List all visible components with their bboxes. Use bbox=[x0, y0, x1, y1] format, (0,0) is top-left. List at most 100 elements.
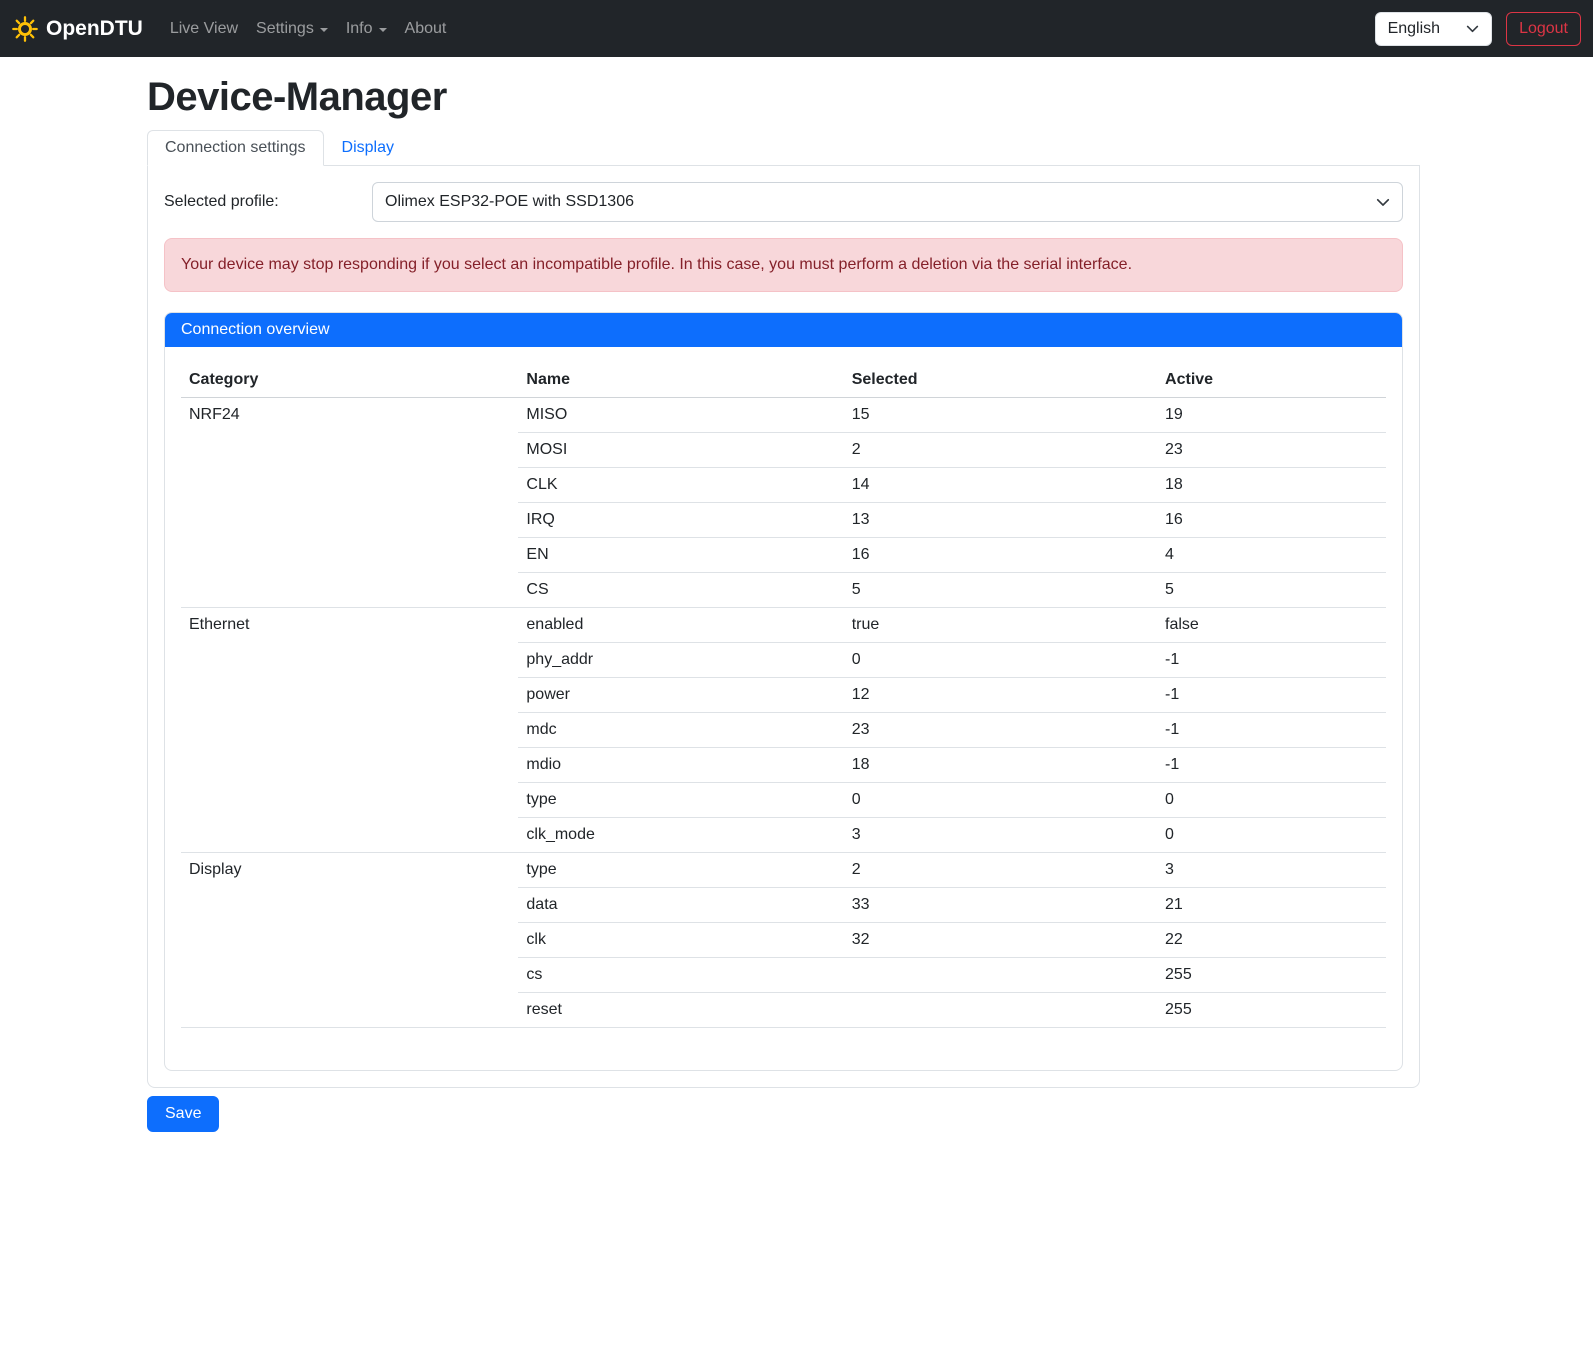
selected-cell: 0 bbox=[844, 783, 1157, 818]
active-cell: 0 bbox=[1157, 783, 1386, 818]
active-cell: 18 bbox=[1157, 468, 1386, 503]
selected-cell: 14 bbox=[844, 468, 1157, 503]
category-cell: Ethernet bbox=[181, 608, 518, 853]
selected-cell bbox=[844, 993, 1157, 1028]
chevron-down-icon bbox=[1376, 195, 1390, 209]
name-cell: reset bbox=[518, 993, 843, 1028]
selected-cell: 18 bbox=[844, 748, 1157, 783]
nav-item-live-view[interactable]: Live View bbox=[161, 12, 247, 46]
active-cell: 22 bbox=[1157, 923, 1386, 958]
caret-down-icon bbox=[320, 28, 328, 32]
active-cell: 255 bbox=[1157, 958, 1386, 993]
selected-profile-label: Selected profile: bbox=[164, 193, 372, 211]
table-row: Displaytype23 bbox=[181, 853, 1386, 888]
name-cell: clk bbox=[518, 923, 843, 958]
category-cell: Display bbox=[181, 853, 518, 1028]
active-cell: 16 bbox=[1157, 503, 1386, 538]
profile-select[interactable]: Olimex ESP32-POE with SSD1306 bbox=[372, 182, 1403, 222]
name-cell: phy_addr bbox=[518, 643, 843, 678]
column-header-selected: Selected bbox=[844, 363, 1157, 398]
selected-cell: 5 bbox=[844, 573, 1157, 608]
main-content: Device-Manager Connection settingsDispla… bbox=[147, 75, 1420, 1132]
active-cell: -1 bbox=[1157, 643, 1386, 678]
connection-settings-panel: Selected profile: Olimex ESP32-POE with … bbox=[147, 166, 1420, 1088]
nav-item-label: Settings bbox=[256, 20, 314, 38]
active-cell: 5 bbox=[1157, 573, 1386, 608]
name-cell: IRQ bbox=[518, 503, 843, 538]
column-header-category: Category bbox=[181, 363, 518, 398]
active-cell: 255 bbox=[1157, 993, 1386, 1028]
connection-overview-body: CategoryNameSelectedActive NRF24MISO1519… bbox=[165, 347, 1402, 1028]
active-cell: 19 bbox=[1157, 398, 1386, 433]
name-cell: enabled bbox=[518, 608, 843, 643]
column-header-active: Active bbox=[1157, 363, 1386, 398]
table-row: Ethernetenabledtruefalse bbox=[181, 608, 1386, 643]
selected-profile-row: Selected profile: Olimex ESP32-POE with … bbox=[164, 182, 1403, 222]
selected-cell: 16 bbox=[844, 538, 1157, 573]
name-cell: EN bbox=[518, 538, 843, 573]
nav-item-label: Live View bbox=[170, 20, 238, 38]
connection-overview-table: CategoryNameSelectedActive NRF24MISO1519… bbox=[181, 363, 1386, 1028]
nav-menu: Live View Settings Info About bbox=[161, 12, 456, 46]
name-cell: MOSI bbox=[518, 433, 843, 468]
column-header-name: Name bbox=[518, 363, 843, 398]
tab-display[interactable]: Display bbox=[324, 130, 412, 166]
name-cell: cs bbox=[518, 958, 843, 993]
chevron-down-icon bbox=[1466, 22, 1479, 35]
language-selected-label: English bbox=[1388, 20, 1440, 38]
name-cell: CS bbox=[518, 573, 843, 608]
active-cell: -1 bbox=[1157, 748, 1386, 783]
connection-overview-card: Connection overview CategoryNameSelected… bbox=[164, 312, 1403, 1071]
tab-bar: Connection settingsDisplay bbox=[147, 130, 1420, 166]
selected-cell: true bbox=[844, 608, 1157, 643]
active-cell: 0 bbox=[1157, 818, 1386, 853]
table-header-row: CategoryNameSelectedActive bbox=[181, 363, 1386, 398]
tab-connection-settings[interactable]: Connection settings bbox=[147, 130, 324, 166]
brand-label: OpenDTU bbox=[46, 17, 143, 41]
active-cell: 23 bbox=[1157, 433, 1386, 468]
selected-cell: 2 bbox=[844, 433, 1157, 468]
category-cell: NRF24 bbox=[181, 398, 518, 608]
active-cell: 3 bbox=[1157, 853, 1386, 888]
nav-item-settings[interactable]: Settings bbox=[247, 12, 337, 46]
nav-item-label: Info bbox=[346, 20, 373, 38]
name-cell: MISO bbox=[518, 398, 843, 433]
name-cell: power bbox=[518, 678, 843, 713]
selected-cell: 15 bbox=[844, 398, 1157, 433]
sun-icon bbox=[12, 16, 38, 42]
selected-cell: 13 bbox=[844, 503, 1157, 538]
table-row: NRF24MISO1519 bbox=[181, 398, 1386, 433]
save-button[interactable]: Save bbox=[147, 1096, 219, 1132]
caret-down-icon bbox=[379, 28, 387, 32]
incompatible-profile-warning: Your device may stop responding if you s… bbox=[164, 238, 1403, 292]
active-cell: 4 bbox=[1157, 538, 1386, 573]
name-cell: type bbox=[518, 783, 843, 818]
connection-overview-header: Connection overview bbox=[165, 313, 1402, 347]
logout-button[interactable]: Logout bbox=[1506, 12, 1581, 46]
profile-select-value: Olimex ESP32-POE with SSD1306 bbox=[385, 193, 634, 211]
name-cell: mdio bbox=[518, 748, 843, 783]
nav-item-about[interactable]: About bbox=[396, 12, 456, 46]
active-cell: 21 bbox=[1157, 888, 1386, 923]
active-cell: -1 bbox=[1157, 713, 1386, 748]
selected-cell: 23 bbox=[844, 713, 1157, 748]
active-cell: false bbox=[1157, 608, 1386, 643]
name-cell: clk_mode bbox=[518, 818, 843, 853]
selected-cell: 0 bbox=[844, 643, 1157, 678]
navbar: OpenDTU Live View Settings Info About Engli… bbox=[0, 0, 1593, 57]
name-cell: type bbox=[518, 853, 843, 888]
name-cell: CLK bbox=[518, 468, 843, 503]
brand-link[interactable]: OpenDTU bbox=[12, 16, 143, 42]
nav-item-label: About bbox=[405, 20, 447, 38]
selected-cell bbox=[844, 958, 1157, 993]
language-select[interactable]: English bbox=[1375, 12, 1492, 46]
selected-cell: 33 bbox=[844, 888, 1157, 923]
selected-cell: 2 bbox=[844, 853, 1157, 888]
selected-cell: 3 bbox=[844, 818, 1157, 853]
name-cell: data bbox=[518, 888, 843, 923]
nav-item-info[interactable]: Info bbox=[337, 12, 396, 46]
selected-cell: 12 bbox=[844, 678, 1157, 713]
active-cell: -1 bbox=[1157, 678, 1386, 713]
selected-cell: 32 bbox=[844, 923, 1157, 958]
page-title: Device-Manager bbox=[147, 75, 1420, 120]
